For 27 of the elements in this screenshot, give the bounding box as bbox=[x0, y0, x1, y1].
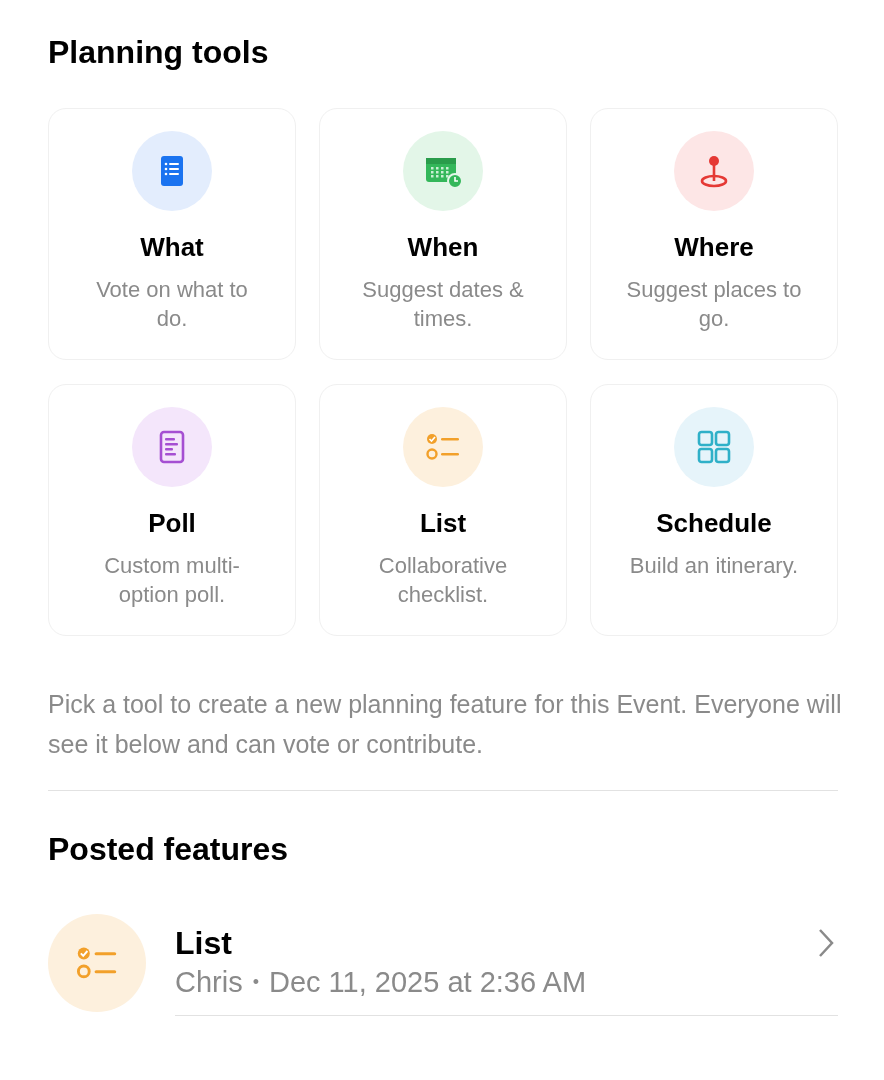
section-title: Planning tools bbox=[48, 33, 270, 72]
tool-description: Suggest places to go. bbox=[625, 276, 803, 333]
feature-title: List bbox=[175, 924, 232, 963]
tool-description: Custom multi-option poll. bbox=[103, 552, 241, 609]
tool-card[interactable]: When Suggest dates & times. bbox=[319, 108, 567, 360]
tool-card[interactable]: What Vote on what to do. bbox=[48, 108, 296, 360]
tool-title: Poll bbox=[148, 507, 196, 539]
hint-text: Pick a tool to create a new planning feature for this Event. Everyone will see it below and can vote or contribute. bbox=[48, 689, 843, 760]
tool-description: Build an itinerary. bbox=[628, 552, 800, 580]
feature-row[interactable]: List Chris • Dec 11, 2025 at 2:36 AM bbox=[48, 909, 838, 1016]
tool-title: When bbox=[407, 231, 479, 263]
tool-title: Where bbox=[674, 231, 754, 263]
tool-card[interactable]: List Collaborative checklist. bbox=[319, 384, 567, 636]
tool-title: Schedule bbox=[656, 507, 772, 539]
chevron-right-icon bbox=[818, 928, 834, 958]
tool-description: Vote on what to do. bbox=[95, 276, 249, 333]
section-title: Posted features bbox=[48, 830, 290, 869]
tool-card[interactable]: Where Suggest places to go. bbox=[590, 108, 838, 360]
tool-title: What bbox=[140, 231, 204, 263]
tool-card[interactable]: Poll Custom multi-option poll. bbox=[48, 384, 296, 636]
feature-date: Dec 11, 2025 at 2:36 AM bbox=[269, 965, 587, 1000]
tool-card[interactable]: Schedule Build an itinerary. bbox=[590, 384, 838, 636]
tool-description: Collaborative checklist. bbox=[377, 552, 509, 609]
separator-dot: • bbox=[252, 971, 259, 994]
tool-title: List bbox=[419, 507, 467, 539]
feature-author: Chris bbox=[175, 965, 243, 1000]
tool-description: Suggest dates & times. bbox=[361, 276, 525, 333]
